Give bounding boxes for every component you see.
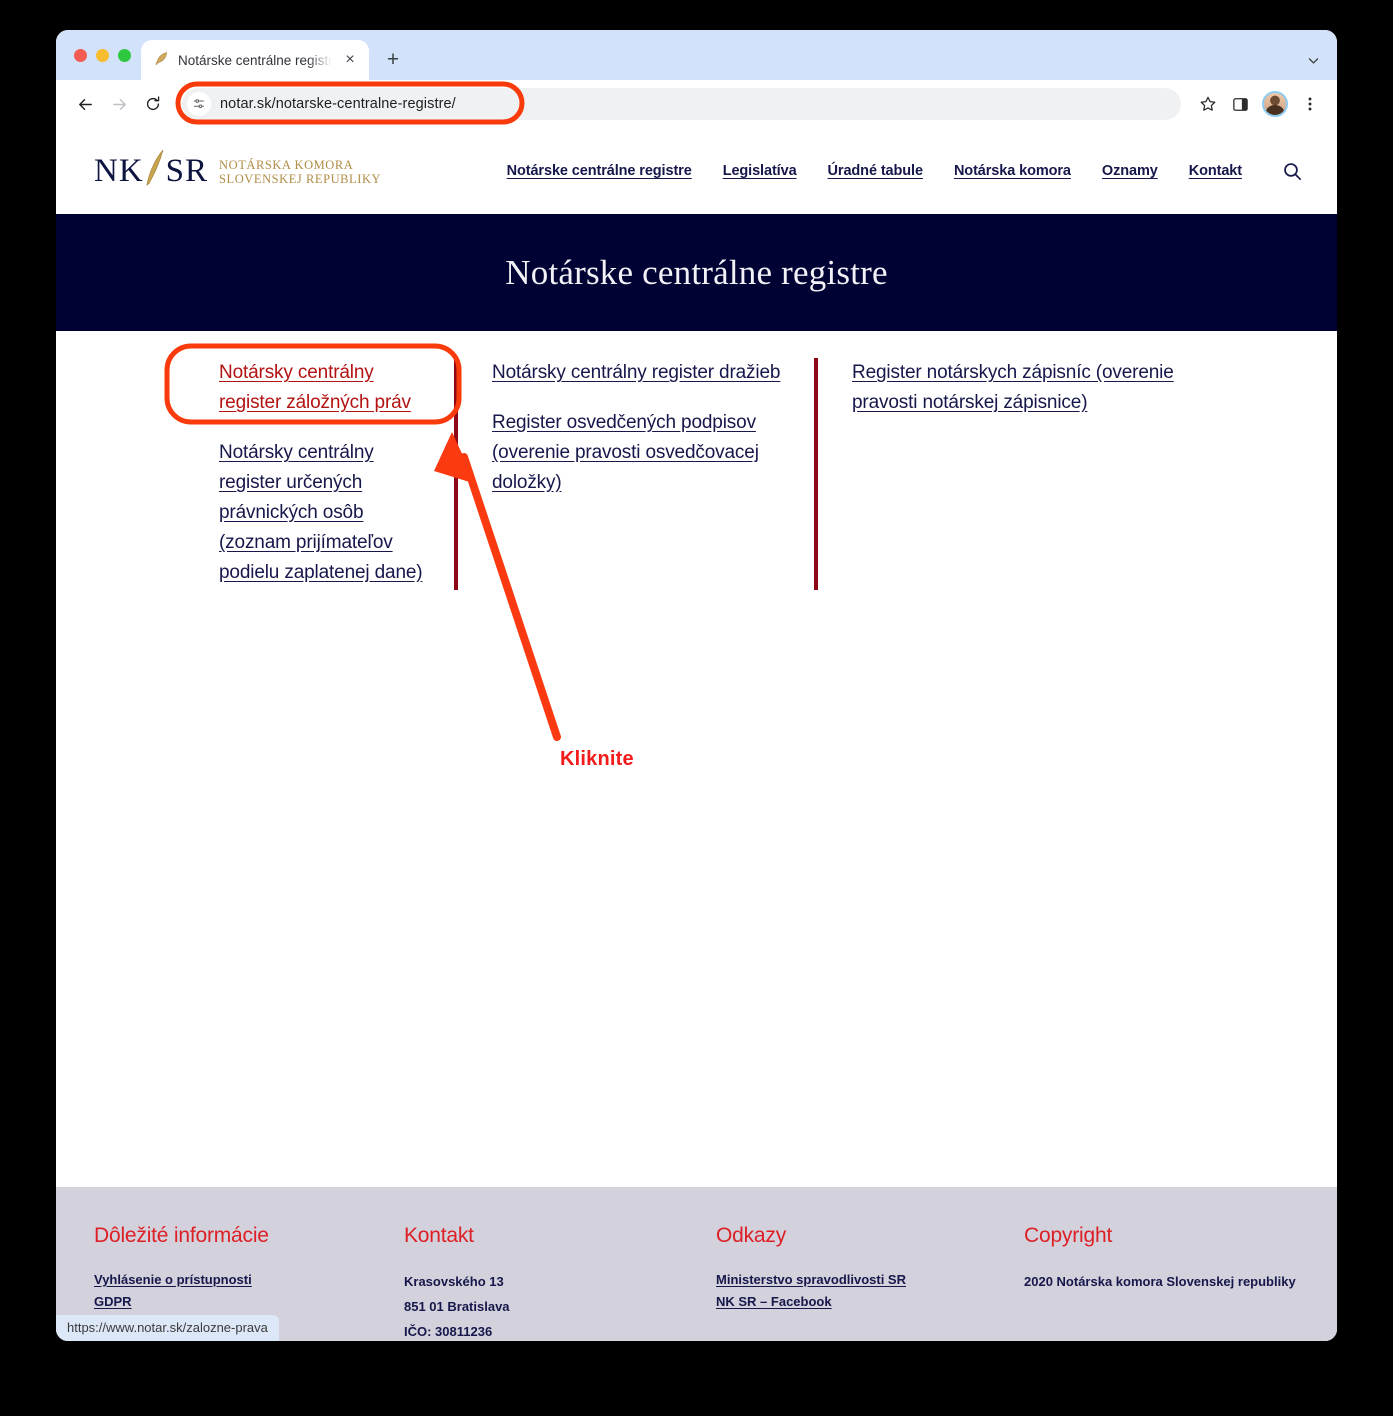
toolbar-right-actions bbox=[1193, 89, 1325, 119]
browser-window: Notárske centrálne registre - × + notar.… bbox=[56, 30, 1337, 1341]
nav-item-kontakt[interactable]: Kontakt bbox=[1189, 163, 1242, 179]
maximize-window-button[interactable] bbox=[118, 48, 131, 62]
footer-copyright-text: 2020 Notárska komora Slovenskej republik… bbox=[1024, 1274, 1296, 1289]
address-bar[interactable]: notar.sk/notarske-centralne-registre/ bbox=[182, 88, 1181, 120]
forward-button[interactable] bbox=[104, 89, 134, 119]
footer-link-vyhlasenie[interactable]: Vyhlásenie o prístupnosti bbox=[94, 1269, 404, 1291]
site-navigation: Notárske centrálne registre Legislatíva … bbox=[507, 161, 1303, 182]
close-window-button[interactable] bbox=[74, 48, 87, 62]
footer-address-street: Krasovského 13 bbox=[404, 1274, 504, 1289]
nav-item-registre[interactable]: Notárske centrálne registre bbox=[507, 163, 692, 179]
minimize-window-button[interactable] bbox=[96, 48, 109, 62]
screenshot-root: Notárske centrálne registre - × + notar.… bbox=[0, 0, 1393, 1416]
link-register-zaloznych-prav[interactable]: Notársky centrálny register záložných pr… bbox=[219, 358, 428, 418]
tab-search-chevron-down-icon[interactable] bbox=[1296, 43, 1330, 77]
nav-item-uradne-tabule[interactable]: Úradné tabule bbox=[828, 163, 923, 179]
side-panel-icon[interactable] bbox=[1225, 89, 1255, 119]
footer-column-copyright: Copyright 2020 Notárska komora Slovenske… bbox=[1024, 1224, 1324, 1341]
footer-link-gdpr[interactable]: GDPR bbox=[94, 1291, 404, 1313]
logo-quill-icon bbox=[144, 148, 166, 197]
logo-mark-left: NK bbox=[94, 152, 144, 189]
link-status-bubble: https://www.notar.sk/zalozne-prava bbox=[56, 1315, 279, 1341]
star-icon[interactable] bbox=[1193, 89, 1223, 119]
browser-toolbar: notar.sk/notarske-centralne-registre/ bbox=[56, 80, 1337, 128]
browser-tab-title: Notárske centrálne registre - bbox=[178, 52, 332, 68]
footer-column-odkazy: Odkazy Ministerstvo spravodlivosti SR NK… bbox=[716, 1224, 1024, 1341]
quill-icon bbox=[154, 51, 169, 69]
browser-tab[interactable]: Notárske centrálne registre - × bbox=[141, 40, 369, 80]
registers-column-2: Notársky centrálny register dražieb Regi… bbox=[454, 358, 814, 590]
page-title-band: Notárske centrálne registre bbox=[56, 214, 1337, 331]
registers-column-3: Register notárskych zápisníc (overenie p… bbox=[814, 358, 1204, 590]
nav-item-oznamy[interactable]: Oznamy bbox=[1102, 163, 1158, 179]
browser-tab-strip: Notárske centrálne registre - × + bbox=[56, 30, 1337, 80]
page-viewport: NK SR NOTÁRSKA KOMORA SLOVENSKEJ REPUBLI… bbox=[56, 128, 1337, 1341]
logo-mark: NK SR bbox=[94, 147, 208, 196]
back-button[interactable] bbox=[70, 89, 100, 119]
registers-column-1: Notársky centrálny register záložných pr… bbox=[94, 358, 454, 590]
new-tab-button[interactable]: + bbox=[378, 45, 408, 75]
tune-icon[interactable] bbox=[187, 92, 211, 116]
footer-heading: Kontakt bbox=[404, 1224, 474, 1247]
nav-item-notarska-komora[interactable]: Notárska komora bbox=[954, 163, 1071, 179]
reload-button[interactable] bbox=[138, 89, 168, 119]
footer-column-kontakt: Kontakt Krasovského 13 851 01 Bratislava… bbox=[404, 1224, 716, 1341]
link-register-osvedcenych-podpisov[interactable]: Register osvedčených podpisov (overenie … bbox=[492, 408, 788, 498]
registers-grid: Notársky centrálny register záložných pr… bbox=[56, 331, 1337, 590]
site-logo[interactable]: NK SR NOTÁRSKA KOMORA SLOVENSKEJ REPUBLI… bbox=[94, 147, 381, 196]
site-header: NK SR NOTÁRSKA KOMORA SLOVENSKEJ REPUBLI… bbox=[56, 128, 1337, 214]
link-register-urcenych-pravnickych-osob[interactable]: Notársky centrálny register určených prá… bbox=[219, 438, 428, 588]
page-title: Notárske centrálne registre bbox=[505, 252, 888, 292]
footer-link-ministerstvo[interactable]: Ministerstvo spravodlivosti SR bbox=[716, 1269, 1024, 1291]
close-tab-button[interactable]: × bbox=[341, 52, 359, 68]
footer-address-ico: IČO: 30811236 bbox=[404, 1324, 493, 1339]
footer-heading: Copyright bbox=[1024, 1224, 1113, 1247]
logo-wordmark-line1: NOTÁRSKA KOMORA bbox=[219, 158, 354, 172]
footer-heading: Odkazy bbox=[716, 1224, 786, 1247]
three-dot-menu-icon[interactable] bbox=[1295, 89, 1325, 119]
link-register-notarskych-zapisnic[interactable]: Register notárskych zápisníc (overenie p… bbox=[852, 358, 1178, 418]
callout-label: Kliknite bbox=[560, 748, 634, 770]
address-bar-url[interactable]: notar.sk/notarske-centralne-registre/ bbox=[220, 96, 456, 112]
search-icon[interactable] bbox=[1282, 161, 1303, 182]
footer-link-facebook[interactable]: NK SR – Facebook bbox=[716, 1291, 1024, 1313]
window-controls bbox=[68, 30, 141, 80]
avatar[interactable] bbox=[1262, 91, 1288, 117]
logo-wordmark: NOTÁRSKA KOMORA SLOVENSKEJ REPUBLIKY bbox=[219, 156, 381, 186]
footer-heading: Dôležité informácie bbox=[94, 1224, 269, 1247]
link-register-drazieb[interactable]: Notársky centrálny register dražieb bbox=[492, 358, 788, 388]
logo-mark-right: SR bbox=[165, 152, 209, 189]
nav-item-legislativa[interactable]: Legislatíva bbox=[723, 163, 797, 179]
footer-address-city: 851 01 Bratislava bbox=[404, 1299, 510, 1314]
logo-wordmark-line2: SLOVENSKEJ REPUBLIKY bbox=[219, 172, 382, 186]
